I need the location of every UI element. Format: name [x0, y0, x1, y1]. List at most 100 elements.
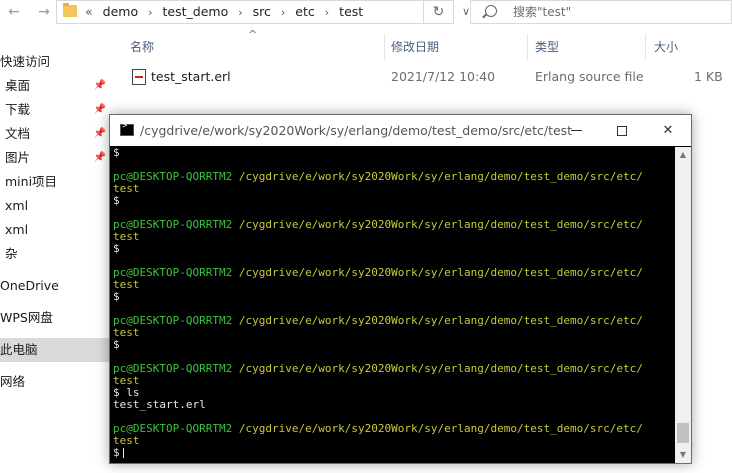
sidebar-item-label: xml [5, 198, 29, 213]
pin-icon: 📌 [93, 104, 106, 115]
prompt-path-tail: test [113, 326, 140, 339]
column-headers: ^ 名称 修改日期 类型 大小 [120, 28, 732, 60]
sidebar-item-label: 此电脑 [0, 342, 38, 357]
sidebar-item-xml[interactable]: xml [5, 194, 110, 218]
prompt-path: /cygdrive/e/work/sy2020Work/sy/erlang/de… [232, 422, 643, 435]
breadcrumb-overflow[interactable]: « [85, 4, 93, 19]
chevron-right-icon[interactable]: › [281, 6, 285, 19]
terminal-prompt-line: pc@DESKTOP-QORRTM2 /cygdrive/e/work/sy20… [113, 267, 675, 279]
terminal-output[interactable]: $ pc@DESKTOP-QORRTM2 /cygdrive/e/work/sy… [113, 147, 675, 461]
file-name: test_start.erl [151, 69, 231, 84]
terminal-prompt-line: pc@DESKTOP-QORRTM2 /cygdrive/e/work/sy20… [113, 363, 675, 375]
breadcrumb-src[interactable]: src [253, 4, 271, 19]
scrollbar-thumb[interactable] [677, 423, 689, 443]
terminal-command-output: test_start.erl [113, 398, 206, 411]
sidebar-item-label: 下载 [5, 102, 31, 117]
erlang-file-icon [132, 69, 146, 85]
folder-icon [63, 3, 77, 17]
prompt-path-tail: test [113, 230, 140, 243]
sidebar-item-this-pc[interactable]: 此电脑 [0, 338, 110, 362]
minimize-button[interactable] [553, 115, 599, 146]
file-date: 2021/7/12 10:40 [391, 69, 496, 84]
search-icon [485, 5, 497, 17]
sidebar-item-mini-project[interactable]: mini项目 [5, 170, 110, 194]
scroll-up-icon[interactable]: ▲ [675, 147, 691, 163]
terminal-title-bar[interactable]: /cygdrive/e/work/sy2020Work/sy/erlang/de… [110, 115, 691, 146]
sidebar-item-label: 图片 [5, 150, 31, 165]
prompt-path: /cygdrive/e/work/sy2020Work/sy/erlang/de… [232, 266, 643, 279]
breadcrumb-test[interactable]: test [339, 4, 363, 19]
column-header-size[interactable]: 大小 [654, 34, 678, 60]
terminal-prompt-line: pc@DESKTOP-QORRTM2 /cygdrive/e/work/sy20… [113, 219, 675, 231]
sidebar-item-label: OneDrive [0, 278, 59, 293]
sidebar-item-network[interactable]: 网络 [0, 370, 110, 394]
sidebar-item-documents[interactable]: 文档 📌 [5, 122, 110, 146]
column-header-date[interactable]: 修改日期 [391, 34, 439, 60]
breadcrumb: « demo › test_demo › src › etc › test [85, 1, 363, 23]
terminal-final-prompt: $ [113, 446, 120, 459]
column-header-name[interactable]: 名称 [130, 34, 154, 60]
close-icon: ✕ [662, 123, 674, 138]
column-divider[interactable] [527, 34, 528, 60]
text-cursor [122, 448, 124, 458]
sidebar-item-label: 杂 [5, 246, 18, 261]
sidebar-item-wps-drive[interactable]: WPS网盘 [0, 306, 110, 330]
scroll-down-icon[interactable]: ▼ [675, 447, 691, 463]
sidebar-item-desktop[interactable]: 桌面 📌 [5, 74, 110, 98]
prompt-path-tail: test [113, 374, 140, 387]
terminal-icon [120, 121, 134, 136]
terminal-prompt-line: pc@DESKTOP-QORRTM2 /cygdrive/e/work/sy20… [113, 171, 675, 183]
arrow-right-icon[interactable]: → [34, 2, 54, 22]
address-bar[interactable]: «demo › test_demo › src › etc › test ∨ [56, 0, 470, 24]
terminal-prompt-line: pc@DESKTOP-QORRTM2 /cygdrive/e/work/sy20… [113, 315, 675, 327]
arrow-left-icon[interactable]: ← [4, 2, 24, 22]
terminal-line: $ [113, 242, 120, 255]
sidebar-item-label: 桌面 [5, 78, 31, 93]
sidebar-item-pictures[interactable]: 图片 📌 [5, 146, 110, 170]
sidebar-item-downloads[interactable]: 下载 📌 [5, 98, 110, 122]
file-size: 1 KB [694, 69, 723, 84]
terminal-prompt-line: pc@DESKTOP-QORRTM2 /cygdrive/e/work/sy20… [113, 423, 675, 435]
file-row[interactable]: test_start.erl 2021/7/12 10:40 Erlang so… [120, 66, 732, 88]
prompt-path-tail: test [113, 182, 140, 195]
sidebar-item-label: WPS网盘 [0, 310, 53, 325]
sidebar-item-label: mini项目 [5, 174, 58, 189]
column-header-type[interactable]: 类型 [535, 34, 559, 60]
sidebar-item-label: 快速访问 [0, 54, 51, 69]
terminal-line: $ [113, 194, 120, 207]
terminal-scrollbar[interactable]: ▲ ▼ [675, 147, 691, 463]
terminal-line: $ [113, 338, 120, 351]
sidebar-item-misc[interactable]: 杂 [5, 242, 110, 266]
sidebar-item-label: 文档 [5, 126, 31, 141]
sidebar-item-label: xml [5, 222, 29, 237]
maximize-button[interactable] [599, 115, 645, 146]
breadcrumb-demo[interactable]: demo [103, 4, 138, 19]
search-placeholder: 搜索"test" [513, 5, 572, 19]
prompt-path: /cygdrive/e/work/sy2020Work/sy/erlang/de… [232, 314, 643, 327]
column-divider[interactable] [384, 34, 385, 60]
terminal-title: /cygdrive/e/work/sy2020Work/sy/erlang/de… [140, 123, 573, 138]
terminal-window[interactable]: /cygdrive/e/work/sy2020Work/sy/erlang/de… [109, 114, 692, 464]
prompt-path: /cygdrive/e/work/sy2020Work/sy/erlang/de… [232, 218, 643, 231]
pin-icon: 📌 [93, 80, 106, 91]
close-button[interactable]: ✕ [645, 115, 691, 146]
column-divider[interactable] [645, 34, 646, 60]
maximize-icon [617, 125, 627, 136]
prompt-path-tail: test [113, 434, 140, 447]
chevron-right-icon[interactable]: › [325, 6, 329, 19]
search-input[interactable]: 搜索"test" [470, 0, 732, 24]
sidebar-item-quick-access[interactable]: 快速访问 [0, 50, 110, 74]
terminal-input-line[interactable]: $ [113, 447, 675, 459]
terminal-line: $ [113, 147, 120, 159]
prompt-path: /cygdrive/e/work/sy2020Work/sy/erlang/de… [232, 170, 643, 183]
sidebar-item-onedrive[interactable]: OneDrive [0, 274, 110, 298]
chevron-right-icon[interactable]: › [238, 6, 242, 19]
breadcrumb-test-demo[interactable]: test_demo [163, 4, 229, 19]
sidebar-item-xml[interactable]: xml [5, 218, 110, 242]
chevron-right-icon[interactable]: › [148, 6, 152, 19]
refresh-icon[interactable]: ↻ [424, 0, 454, 24]
address-row: ← → «demo › test_demo › src › etc › test ∨ ↻ 搜索"… [0, 0, 732, 26]
sidebar-item-label: 网络 [0, 374, 26, 389]
prompt-path-tail: test [113, 278, 140, 291]
breadcrumb-etc[interactable]: etc [295, 4, 314, 19]
